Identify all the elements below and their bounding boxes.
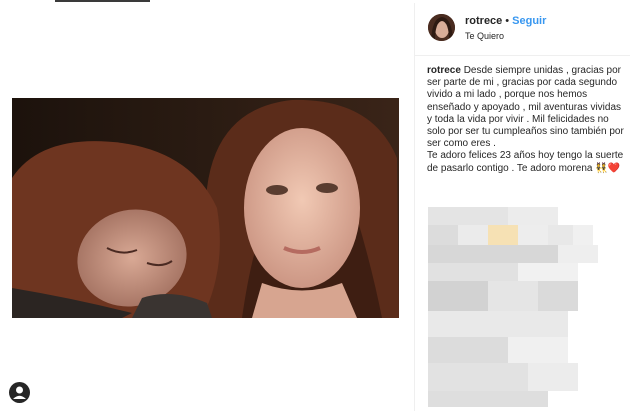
username-link[interactable]: rotrece [465,15,502,27]
blur-block [488,281,538,311]
blur-block [428,263,518,281]
blur-block [538,281,578,311]
blur-block [428,363,528,391]
blur-block [518,263,578,281]
blur-block [518,225,548,245]
post-modal: rotrece • Seguir Te Quiero rotrece Desde s… [0,3,630,411]
post-sidebar: rotrece • Seguir Te Quiero rotrece Desde s… [414,3,630,411]
blur-block [558,245,598,263]
blur-block [428,281,488,311]
blur-block [428,337,508,363]
caption-username[interactable]: rotrece [427,65,461,76]
location-link[interactable]: Te Quiero [465,31,504,41]
blur-block [428,245,558,263]
username-row: rotrece • Seguir [465,15,546,27]
post-photo[interactable] [12,98,399,318]
top-strip-bar [55,0,150,2]
post-caption: rotrece Desde siempre unidas , gracias p… [427,65,627,175]
post-header: rotrece • Seguir Te Quiero [415,3,630,56]
blur-block [488,225,518,245]
photo-image [12,98,399,318]
avatar[interactable] [428,14,455,41]
blur-block [573,225,593,245]
blur-block [428,225,458,245]
media-pane [0,3,414,411]
follow-button[interactable]: Seguir [512,15,546,27]
separator-dot: • [505,15,510,27]
user-profile-icon[interactable] [9,382,30,403]
caption-emoji: 👯❤️ [595,162,621,174]
blur-block [548,225,573,245]
blur-block [528,363,578,391]
blurred-comments [428,207,608,407]
blur-block [508,207,558,225]
blur-block [458,225,488,245]
blur-block [428,391,548,407]
caption-text: Desde siempre unidas , gracias por ser p… [427,65,624,174]
blur-block [508,337,568,363]
blur-block [428,311,568,337]
